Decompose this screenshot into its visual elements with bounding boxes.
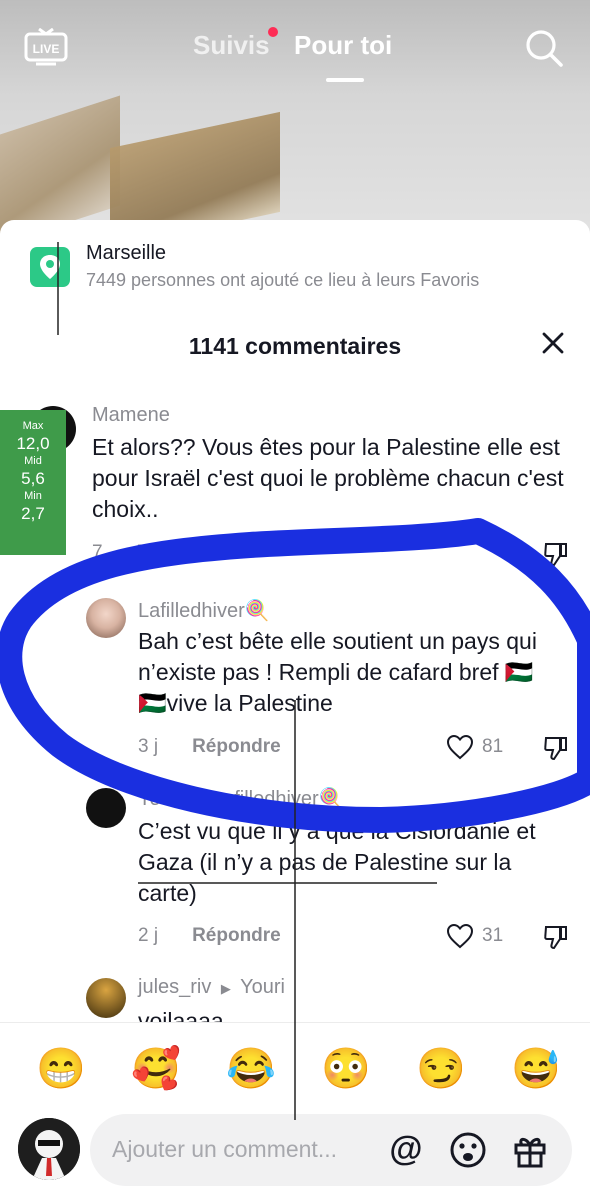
avatar[interactable]	[86, 978, 126, 1018]
emoji-picker-icon[interactable]	[448, 1130, 488, 1170]
location-pin-icon	[30, 247, 70, 287]
avatar[interactable]	[86, 598, 126, 638]
comments-count-title: 1141 commentaires	[188, 333, 402, 359]
location-favorites-count: 7449 personnes ont ajouté ce lieu à leur…	[86, 270, 480, 290]
heart-icon	[446, 734, 474, 760]
comment-meta: 2 j Répondre	[138, 925, 281, 947]
heart-icon	[446, 923, 474, 949]
weather-widget: Max 12,0 Mid 5,6 Min 2,7	[0, 410, 66, 555]
weather-mid-value: 5,6	[21, 469, 45, 488]
tab-for-you[interactable]: Pour toi	[294, 30, 392, 61]
like-count: 81	[482, 736, 504, 757]
weather-max-value: 12,0	[16, 434, 50, 453]
emoji-smirk[interactable]: 😏	[416, 1045, 466, 1093]
comment-username[interactable]: Lafilledhiver🍭	[138, 598, 270, 623]
comment-username[interactable]: Mamene	[92, 404, 170, 427]
gift-icon[interactable]	[510, 1130, 550, 1170]
mention-icon[interactable]: @	[386, 1130, 426, 1170]
reply-arrow-icon: ▶	[220, 981, 231, 996]
like-count: 31	[482, 925, 504, 946]
weather-min-label: Min	[24, 490, 42, 502]
comment-age: 7	[92, 542, 103, 563]
reply-target[interactable]: Lafilledhiver🍭	[212, 788, 344, 810]
notification-dot	[268, 27, 278, 37]
emoji-smiling-hearts[interactable]: 🥰	[131, 1045, 181, 1093]
active-tab-indicator	[326, 78, 364, 82]
like-button[interactable]: 31	[446, 923, 503, 949]
comment-text: Et alors?? Vous êtes pour la Palestine e…	[92, 434, 564, 522]
comment-meta: 7 Répondre	[92, 542, 225, 564]
reply-arrow-icon: ▶	[192, 793, 203, 808]
quick-emoji-bar: 😁 🥰 😂 😳 😏 😅	[0, 1022, 590, 1115]
search-icon[interactable]	[524, 28, 564, 68]
comment-text: Bah c’est bête elle soutient un pays qui…	[138, 628, 537, 716]
tab-following[interactable]: Suivis	[193, 30, 270, 61]
live-icon[interactable]: LIVE	[24, 28, 68, 66]
emoji-flushed[interactable]: 😳	[321, 1045, 371, 1093]
reply-button[interactable]: Répondre	[192, 736, 281, 757]
comment-item: Lafilledhiver🍭 Bah c’est bête elle souti…	[0, 596, 590, 766]
dislike-icon[interactable]	[542, 734, 570, 762]
emoji-sweat-smile[interactable]: 😅	[511, 1045, 561, 1093]
comment-age: 2 j	[138, 925, 159, 946]
like-button[interactable]: 81	[446, 734, 503, 760]
weather-min-value: 2,7	[21, 504, 45, 523]
weather-mid-label: Mid	[24, 455, 42, 467]
comment-username: Youri ▶ Lafilledhiver🍭	[138, 786, 344, 811]
close-icon[interactable]	[538, 328, 568, 358]
avatar[interactable]	[86, 788, 126, 828]
dislike-icon[interactable]	[542, 540, 570, 568]
reply-button[interactable]: Répondre	[192, 925, 281, 946]
weather-max-label: Max	[22, 420, 44, 432]
comment-input[interactable]: Ajouter un comment... @	[90, 1114, 572, 1186]
reply-button[interactable]: Répondre	[137, 542, 226, 563]
video-scene	[0, 95, 120, 240]
reply-target[interactable]: Youri	[240, 976, 285, 998]
comment-age: 3 j	[138, 736, 159, 757]
reply-author[interactable]: jules_riv	[138, 976, 211, 998]
location-name: Marseille	[86, 242, 167, 264]
reply-author[interactable]: Youri	[138, 788, 183, 810]
comment-item: Youri ▶ Lafilledhiver🍭 C’est vu que il y…	[0, 786, 590, 956]
top-navigation: LIVE Suivis Pour toi	[0, 0, 590, 90]
comment-text: C’est vu que il y a que la Cisiordanie e…	[138, 818, 536, 906]
avatar[interactable]	[18, 1118, 80, 1180]
comment-input-row: Ajouter un comment... @	[0, 1114, 590, 1200]
emoji-tears-of-joy[interactable]: 😂	[226, 1045, 276, 1093]
svg-text:@: @	[389, 1130, 422, 1168]
comment-meta: 3 j Répondre	[138, 736, 281, 758]
dislike-icon[interactable]	[542, 923, 570, 951]
live-label: LIVE	[33, 42, 60, 56]
comment-item: jules_riv ▶ Youri voilaaaa	[0, 976, 590, 1034]
comment-input-placeholder: Ajouter un comment...	[112, 1136, 337, 1162]
comment-username: jules_riv ▶ Youri	[138, 976, 285, 999]
emoji-grin[interactable]: 😁	[36, 1045, 86, 1093]
comment-item: Mamene Et alors?? Vous êtes pour la Pale…	[0, 400, 590, 570]
